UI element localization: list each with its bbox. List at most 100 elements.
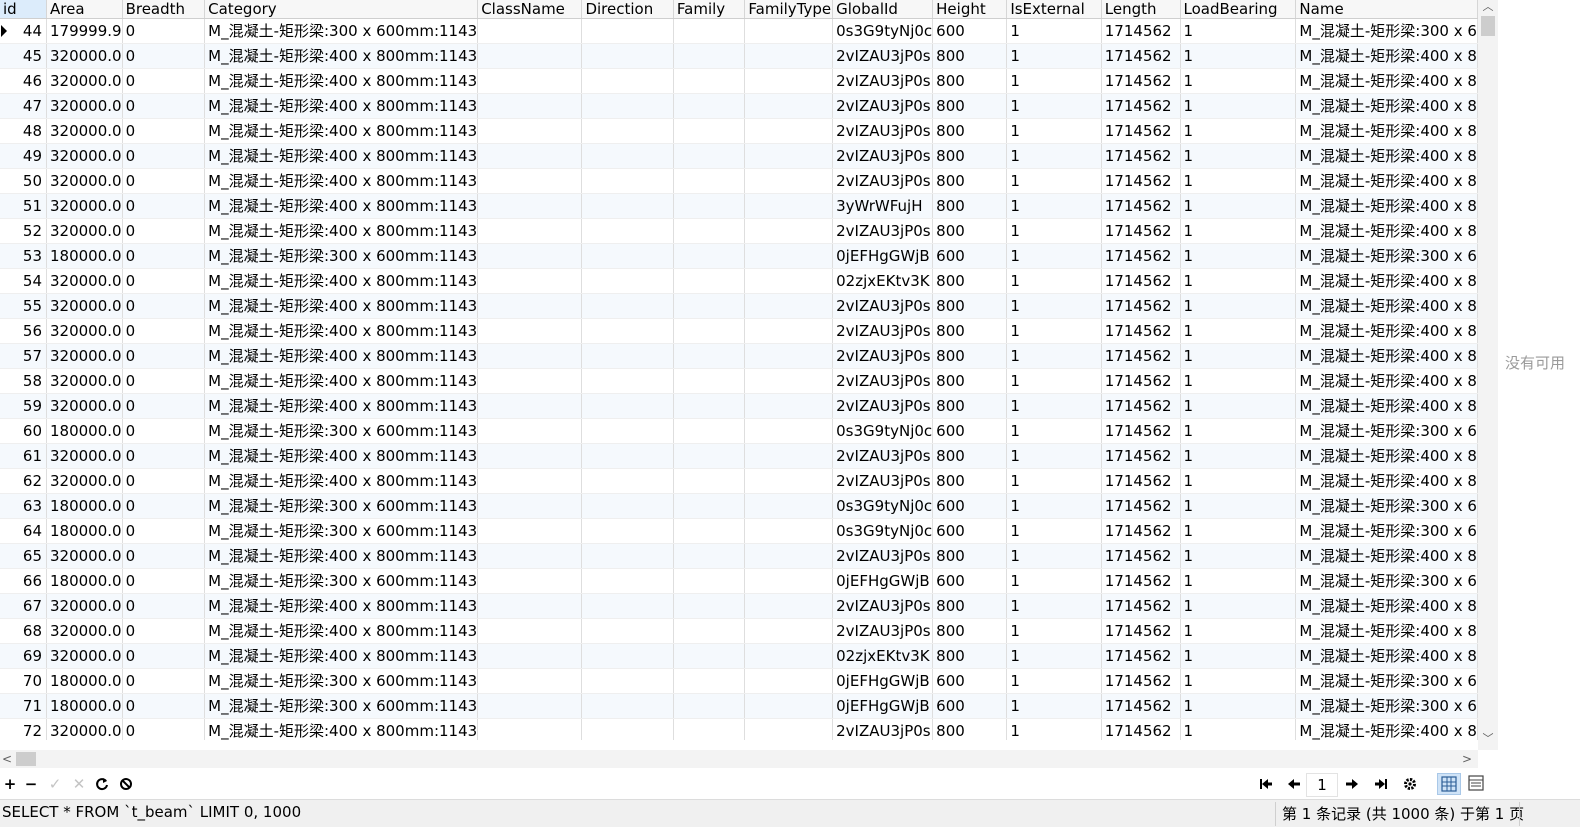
cell-breadth[interactable]: 0	[122, 118, 206, 144]
cell-direction[interactable]	[581, 443, 674, 469]
cell-family[interactable]	[673, 143, 746, 169]
cell-area[interactable]: 320000.0	[46, 368, 123, 394]
cell-area[interactable]: 320000.0	[46, 393, 123, 419]
cell-isexternal[interactable]: 1	[1006, 468, 1102, 494]
cell-globalid[interactable]: 2vIZAU3jP0s	[832, 318, 934, 344]
cell-breadth[interactable]: 0	[122, 618, 206, 644]
column-header-direction[interactable]: Direction	[581, 0, 674, 19]
cell-globalid[interactable]: 2vIZAU3jP0s	[832, 43, 934, 69]
cell-height[interactable]: 600	[932, 568, 1008, 594]
scroll-left-icon[interactable]: <	[0, 750, 14, 768]
cell-area[interactable]: 320000.0	[46, 318, 123, 344]
column-header-familytype[interactable]: FamilyType	[744, 0, 834, 19]
cell-name[interactable]: M_混凝土-矩形梁:400 x 8	[1295, 143, 1478, 169]
cell-familytype[interactable]	[744, 493, 834, 519]
table-row[interactable]: 71 180000.0 0 M_混凝土-矩形梁:300 x 600mm:1143 0jE…	[0, 693, 1478, 719]
cell-family[interactable]	[673, 318, 746, 344]
cell-length[interactable]: 1714562	[1101, 93, 1181, 119]
cell-category[interactable]: M_混凝土-矩形梁:300 x 600mm:1143	[204, 418, 479, 444]
cell-familytype[interactable]	[744, 218, 834, 244]
cell-breadth[interactable]: 0	[122, 193, 206, 219]
cell-height[interactable]: 800	[932, 118, 1008, 144]
cell-area[interactable]: 179999.9	[46, 18, 123, 44]
cell-category[interactable]: M_混凝土-矩形梁:400 x 800mm:1143	[204, 318, 479, 344]
table-row[interactable]: 49 320000.0 0 M_混凝土-矩形梁:400 x 800mm:1143 2vI…	[0, 143, 1478, 169]
cell-area[interactable]: 320000.0	[46, 168, 123, 194]
cell-name[interactable]: M_混凝土-矩形梁:400 x 8	[1295, 468, 1478, 494]
cell-family[interactable]	[673, 268, 746, 294]
table-row[interactable]: 47 320000.0 0 M_混凝土-矩形梁:400 x 800mm:1143 2vI…	[0, 93, 1478, 119]
cell-height[interactable]: 600	[932, 693, 1008, 719]
cell-family[interactable]	[673, 368, 746, 394]
cell-area[interactable]: 320000.0	[46, 43, 123, 69]
cell-id[interactable]: 71	[0, 693, 47, 719]
cell-classname[interactable]	[477, 668, 583, 694]
table-row[interactable]: 45 320000.0 0 M_混凝土-矩形梁:400 x 800mm:1143 2vI…	[0, 43, 1478, 69]
cell-globalid[interactable]: 2vIZAU3jP0s	[832, 168, 934, 194]
cell-family[interactable]	[673, 543, 746, 569]
cell-direction[interactable]	[581, 543, 674, 569]
cell-height[interactable]: 600	[932, 418, 1008, 444]
cell-name[interactable]: M_混凝土-矩形梁:400 x 8	[1295, 368, 1478, 394]
cell-breadth[interactable]: 0	[122, 268, 206, 294]
cell-classname[interactable]	[477, 43, 583, 69]
table-row[interactable]: 72 320000.0 0 M_混凝土-矩形梁:400 x 800mm:1143 2vI…	[0, 718, 1478, 740]
cell-name[interactable]: M_混凝土-矩形梁:400 x 8	[1295, 318, 1478, 344]
cell-isexternal[interactable]: 1	[1006, 368, 1102, 394]
cell-classname[interactable]	[477, 518, 583, 544]
cell-length[interactable]: 1714562	[1101, 68, 1181, 94]
cell-isexternal[interactable]: 1	[1006, 193, 1102, 219]
cell-area[interactable]: 320000.0	[46, 93, 123, 119]
table-row[interactable]: 52 320000.0 0 M_混凝土-矩形梁:400 x 800mm:1143 2vI…	[0, 218, 1478, 244]
next-page-icon[interactable]	[1342, 774, 1362, 794]
cell-globalid[interactable]: 02zjxEKtv3K	[832, 643, 934, 669]
cell-loadbearing[interactable]: 1	[1180, 293, 1297, 319]
cell-length[interactable]: 1714562	[1101, 243, 1181, 269]
cell-direction[interactable]	[581, 493, 674, 519]
cell-length[interactable]: 1714562	[1101, 493, 1181, 519]
cell-isexternal[interactable]: 1	[1006, 593, 1102, 619]
cell-area[interactable]: 320000.0	[46, 618, 123, 644]
column-header-family[interactable]: Family	[673, 0, 746, 19]
column-header-loadbearing[interactable]: LoadBearing	[1180, 0, 1297, 19]
cell-direction[interactable]	[581, 593, 674, 619]
cell-area[interactable]: 320000.0	[46, 268, 123, 294]
cell-familytype[interactable]	[744, 393, 834, 419]
cell-breadth[interactable]: 0	[122, 718, 206, 740]
cell-classname[interactable]	[477, 18, 583, 44]
table-row[interactable]: 55 320000.0 0 M_混凝土-矩形梁:400 x 800mm:1143 2vI…	[0, 293, 1478, 319]
cell-height[interactable]: 800	[932, 218, 1008, 244]
cell-familytype[interactable]	[744, 68, 834, 94]
cell-id[interactable]: 67	[0, 593, 47, 619]
cell-familytype[interactable]	[744, 518, 834, 544]
cell-height[interactable]: 800	[932, 543, 1008, 569]
cell-classname[interactable]	[477, 543, 583, 569]
cell-height[interactable]: 800	[932, 718, 1008, 740]
cell-direction[interactable]	[581, 368, 674, 394]
scroll-right-icon[interactable]: >	[1460, 750, 1474, 768]
cell-globalid[interactable]: 0jEFHgGWjB	[832, 243, 934, 269]
cell-id[interactable]: 47	[0, 93, 47, 119]
cell-length[interactable]: 1714562	[1101, 118, 1181, 144]
cell-category[interactable]: M_混凝土-矩形梁:400 x 800mm:1143	[204, 393, 479, 419]
cell-id[interactable]: 69	[0, 643, 47, 669]
cell-category[interactable]: M_混凝土-矩形梁:400 x 800mm:1143	[204, 443, 479, 469]
cell-id[interactable]: 70	[0, 668, 47, 694]
cell-direction[interactable]	[581, 318, 674, 344]
cell-loadbearing[interactable]: 1	[1180, 268, 1297, 294]
cell-family[interactable]	[673, 518, 746, 544]
table-row[interactable]: 51 320000.0 0 M_混凝土-矩形梁:400 x 800mm:1143 3yW…	[0, 193, 1478, 219]
cell-id[interactable]: 62	[0, 468, 47, 494]
cell-height[interactable]: 800	[932, 193, 1008, 219]
cell-height[interactable]: 800	[932, 293, 1008, 319]
cell-classname[interactable]	[477, 718, 583, 740]
vertical-scroll-thumb[interactable]	[1481, 16, 1495, 36]
cell-globalid[interactable]: 2vIZAU3jP0s	[832, 543, 934, 569]
cell-area[interactable]: 320000.0	[46, 68, 123, 94]
cell-loadbearing[interactable]: 1	[1180, 718, 1297, 740]
refresh-icon[interactable]	[92, 774, 112, 794]
cell-isexternal[interactable]: 1	[1006, 393, 1102, 419]
cell-family[interactable]	[673, 468, 746, 494]
cell-classname[interactable]	[477, 93, 583, 119]
cell-isexternal[interactable]: 1	[1006, 443, 1102, 469]
